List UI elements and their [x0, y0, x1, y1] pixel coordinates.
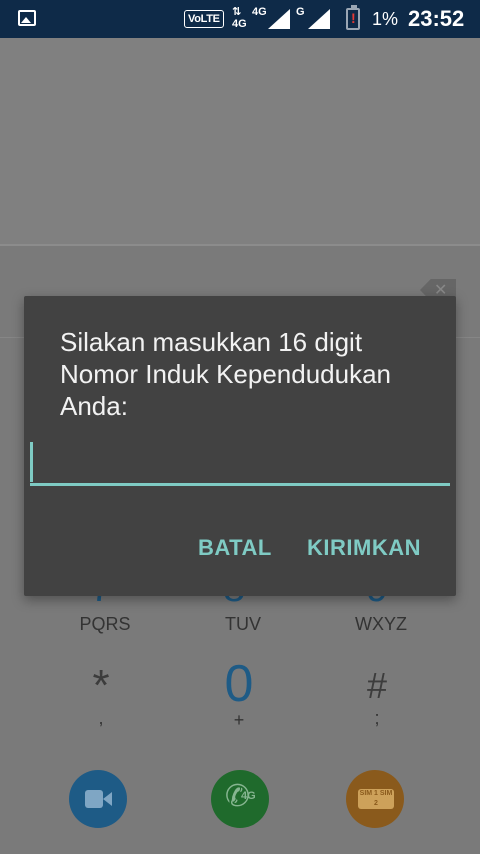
key-digit: #	[366, 665, 388, 706]
sim-switch-icon: SIM 1 SIM 2	[358, 789, 394, 809]
dialer-key-8[interactable]: TUV	[173, 614, 313, 634]
gallery-notification-icon	[18, 10, 36, 26]
key-letters: WXYZ	[355, 614, 407, 634]
key-letters: ;	[374, 708, 380, 728]
text-cursor	[30, 442, 33, 482]
status-bar: VoLTE ⇅4G 4G G 1% 23:52	[0, 0, 480, 38]
send-button[interactable]: KIRIMKAN	[307, 532, 421, 564]
volte-icon: VoLTE	[184, 10, 224, 28]
signal-2-label: G	[296, 6, 305, 18]
key-letters: +	[233, 710, 245, 730]
signal-2-icon	[308, 9, 330, 29]
battery-percent: 1%	[372, 9, 399, 29]
key-letters: TUV	[225, 614, 261, 634]
dialog-message: Silakan masukkan 16 digit Nomor Induk Ke…	[60, 327, 392, 421]
dialer-key-star[interactable]: * ,	[31, 661, 171, 729]
signal-1-label: 4G	[252, 6, 267, 18]
dialer-key-9[interactable]: WXYZ	[311, 614, 451, 634]
signal-1-icon	[268, 9, 290, 29]
key-digit: 0	[224, 655, 254, 713]
video-camera-icon	[85, 790, 112, 808]
dialer-key-0[interactable]: 0 +	[169, 658, 309, 730]
dialer-top-area	[0, 38, 480, 244]
dialer-key-7[interactable]: PQRS	[35, 614, 175, 634]
dialer-key-hash[interactable]: # ;	[307, 664, 447, 728]
sim-switch-button[interactable]: SIM 1 SIM 2	[346, 770, 404, 828]
call-button[interactable]: ✆ 4G	[211, 770, 269, 828]
cancel-button[interactable]: BATAL	[198, 532, 272, 564]
call-4g-badge: 4G	[241, 790, 256, 802]
network-4g-label: 4G	[232, 18, 247, 30]
battery-icon	[346, 5, 360, 30]
video-call-button[interactable]	[69, 770, 127, 828]
key-digit: *	[92, 661, 110, 710]
clock: 23:52	[408, 6, 465, 31]
network-4g-icon: ⇅ 4G	[232, 6, 247, 30]
key-letters: ,	[98, 708, 104, 728]
nik-input-field[interactable]	[30, 434, 450, 486]
key-letters: PQRS	[79, 614, 131, 634]
nik-input-dialog: Silakan masukkan 16 digit Nomor Induk Ke…	[24, 296, 456, 596]
